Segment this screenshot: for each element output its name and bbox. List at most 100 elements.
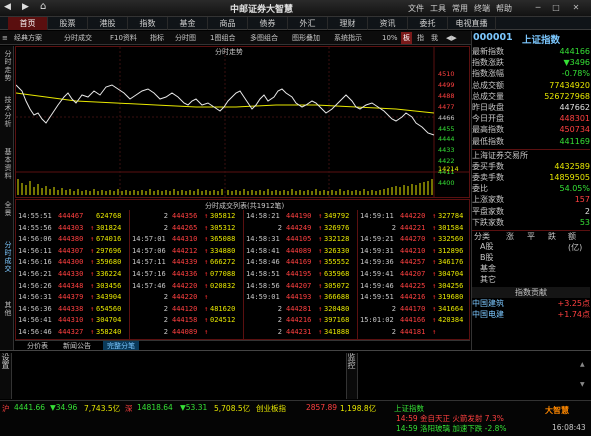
trade-row[interactable]: 14:56:16 444300 ↑ 359680	[16, 257, 128, 268]
trade-row[interactable]: 14:58:41 444089 ↑ 326330	[244, 246, 356, 257]
trade-row[interactable]: 14:56:36 444338 ↑ 654560	[16, 304, 128, 315]
tab-finance[interactable]: 理财	[328, 17, 368, 30]
nav-arrows-icon[interactable]: ◀▶	[446, 32, 457, 44]
scroll-up-icon[interactable]: ▲	[580, 361, 585, 368]
tab-order[interactable]: 委托	[408, 17, 448, 30]
trade-row[interactable]: 14:57:11 444339 ↑ 666272	[130, 257, 242, 268]
toggle-index[interactable]: 指	[417, 32, 424, 44]
trade-row[interactable]: 2 444231 ↑ 341888	[244, 327, 356, 338]
trade-row[interactable]: 14:58:56 444207 ↑ 305072	[244, 281, 356, 292]
monitor-tab[interactable]: 监控	[346, 353, 358, 399]
trade-row[interactable]: 14:56:46 444327 ↑ 358240	[16, 327, 128, 338]
toolbar-scheme[interactable]: 经典方案	[14, 32, 42, 44]
intraday-chart[interactable]: 4510 4499 4488 4477 4466 4455 4444 4433 …	[15, 46, 470, 198]
trade-row[interactable]: 14:59:21 444270 ↑ 332560	[358, 234, 470, 245]
trade-row[interactable]: 14:58:46 444169 ↑ 355552	[244, 257, 356, 268]
menu-file[interactable]: 文件	[408, 3, 424, 14]
tab-index[interactable]: 指数	[128, 17, 168, 30]
tab-fund[interactable]: 基金	[168, 17, 208, 30]
trade-row[interactable]: 14:57:46 444220 ↑ 020832	[130, 281, 242, 292]
trade-row[interactable]: 2 444120 ↑ 481620	[130, 304, 242, 315]
trade-row[interactable]: 14:56:21 444330 ↑ 336224	[16, 269, 128, 280]
trade-row[interactable]: 14:59:31 444210 ↑ 312896	[358, 246, 470, 257]
minimize-icon[interactable]: ─	[532, 2, 544, 13]
trade-row[interactable]: 14:59:11 444220 ↑ 327784	[358, 211, 470, 222]
trade-row[interactable]: 2 444221 ↑ 301584	[358, 223, 470, 234]
ltab-timechart[interactable]: 分时走势	[1, 50, 13, 82]
menu-help[interactable]: 帮助	[496, 3, 512, 14]
trade-row[interactable]: 2 444170 ↑ 341664	[358, 304, 470, 315]
ltab-other[interactable]: 其他	[1, 301, 13, 317]
trade-row[interactable]: 14:58:21 444190 ↑ 349792	[244, 211, 356, 222]
news-item-2[interactable]: 14:59 洛阳玻璃 加速下跌 -2.8%	[396, 423, 507, 434]
trade-price: 444300	[58, 258, 84, 267]
tab-stocks[interactable]: 股票	[48, 17, 88, 30]
toolbar-time-trade[interactable]: 分时成交	[64, 32, 92, 44]
menu-common[interactable]: 常用	[452, 3, 468, 14]
trade-row[interactable]: 14:58:31 444105 ↑ 332128	[244, 234, 356, 245]
trade-list[interactable]: 14:55:51 444467 624768 14:55:56 444303 ↑ 30182…	[15, 199, 470, 340]
trade-row[interactable]: 14:59:01 444193 ↑ 366688	[244, 292, 356, 303]
menu-terminal[interactable]: 终端	[474, 3, 490, 14]
trade-row[interactable]: 2 444265 ↑ 305312	[130, 223, 242, 234]
trade-row[interactable]: 14:59:36 444257 ↑ 346176	[358, 257, 470, 268]
tab-forex[interactable]: 外汇	[288, 17, 328, 30]
toolbar-overlay[interactable]: 图形叠加	[292, 32, 320, 44]
trade-row[interactable]: 2 444249 ↑ 326976	[244, 223, 356, 234]
trade-price: 444339	[172, 258, 198, 267]
trade-row[interactable]: 14:56:41 444310 ↑ 304704	[16, 315, 128, 326]
trade-row[interactable]: 2 444181 ↑	[358, 327, 470, 338]
trade-row[interactable]: 2 444281 ↑ 320480	[244, 304, 356, 315]
tab-tv[interactable]: 电视直播	[448, 17, 496, 30]
tab-commodity[interactable]: 商品	[208, 17, 248, 30]
ltab-technical[interactable]: 技术分析	[1, 96, 13, 128]
toolbar-f10[interactable]: F10资料	[110, 32, 137, 44]
trade-row[interactable]: 14:56:06 444380 ↑ 674016	[16, 234, 128, 245]
tab-news[interactable]: 资讯	[368, 17, 408, 30]
toolbar-indicator[interactable]: 指标	[150, 32, 164, 44]
trade-row[interactable]: 14:56:11 444307 ↑ 297696	[16, 246, 128, 257]
ltab-basic[interactable]: 基本资料	[1, 148, 13, 180]
tab-hk[interactable]: 港股	[88, 17, 128, 30]
trade-row[interactable]: 14:57:01 444310 ↑ 365088	[130, 234, 242, 245]
toggle-board[interactable]: 板	[401, 32, 412, 44]
trade-row[interactable]: 14:57:16 444336 ↑ 077088	[130, 269, 242, 280]
trade-row[interactable]: 14:59:51 444216 ↑ 319680	[358, 292, 470, 303]
home-icon[interactable]: ⌂	[40, 1, 46, 12]
trade-row[interactable]: 2 444356 ↑ 305812	[130, 211, 242, 222]
ltab-trades[interactable]: 分时成交	[1, 241, 13, 273]
toolbar-multi-combo[interactable]: 多图组合	[250, 32, 278, 44]
trade-row[interactable]: 2 444089 ↑	[130, 327, 242, 338]
trade-row[interactable]: 15:01:02 444166 ↑ 420384	[358, 315, 470, 326]
toolbar-percent[interactable]: 10%	[382, 32, 398, 44]
toolbar-time-chart[interactable]: 分时图	[175, 32, 196, 44]
trade-price: 444303	[58, 223, 84, 232]
tab-home[interactable]: 首页	[8, 17, 48, 30]
trade-row[interactable]: 14:56:26 444348 ↑ 303456	[16, 281, 128, 292]
trade-row[interactable]: 14:59:46 444225 ↑ 304256	[358, 281, 470, 292]
trade-row[interactable]: 14:56:31 444379 ↑ 343904	[16, 292, 128, 303]
toolbar-system[interactable]: 系统指示	[334, 32, 362, 44]
trade-row[interactable]: 14:57:06 444212 ↑ 334880	[130, 246, 242, 257]
menu-tools[interactable]: 工具	[430, 3, 446, 14]
settings-tab[interactable]: 设置	[0, 353, 12, 399]
menu-icon[interactable]: ≡	[2, 32, 8, 44]
trade-row[interactable]: 14:58:51 444195 ↑ 635968	[244, 269, 356, 280]
tab-bond[interactable]: 债券	[248, 17, 288, 30]
trade-row[interactable]: 2 444220 ↑	[130, 292, 242, 303]
toolbar-single-combo[interactable]: 1图组合	[210, 32, 235, 44]
trade-row[interactable]: 14:55:56 444303 ↑ 301824	[16, 223, 128, 234]
trade-row[interactable]: 14:55:51 444467 624768	[16, 211, 128, 222]
trade-row[interactable]: 2 444158 ↑ 024512	[130, 315, 242, 326]
back-arrow-icon[interactable]: ◀	[4, 2, 11, 12]
trade-time: 14:55:51	[18, 212, 52, 220]
trade-row[interactable]: 2 444216 ↑ 397168	[244, 315, 356, 326]
forward-arrow-icon[interactable]: ▶	[22, 2, 29, 12]
close-icon[interactable]: ✕	[570, 2, 582, 13]
maximize-icon[interactable]: □	[550, 2, 562, 13]
trade-row[interactable]: 14:59:41 444207 ↑ 304704	[358, 269, 470, 280]
monitor-panel: 设置 监控 ▲ ▼	[0, 350, 591, 400]
toggle-mine[interactable]: 我	[431, 32, 438, 44]
scroll-down-icon[interactable]: ▼	[580, 381, 585, 388]
ltab-panorama[interactable]: 全景	[1, 201, 13, 217]
